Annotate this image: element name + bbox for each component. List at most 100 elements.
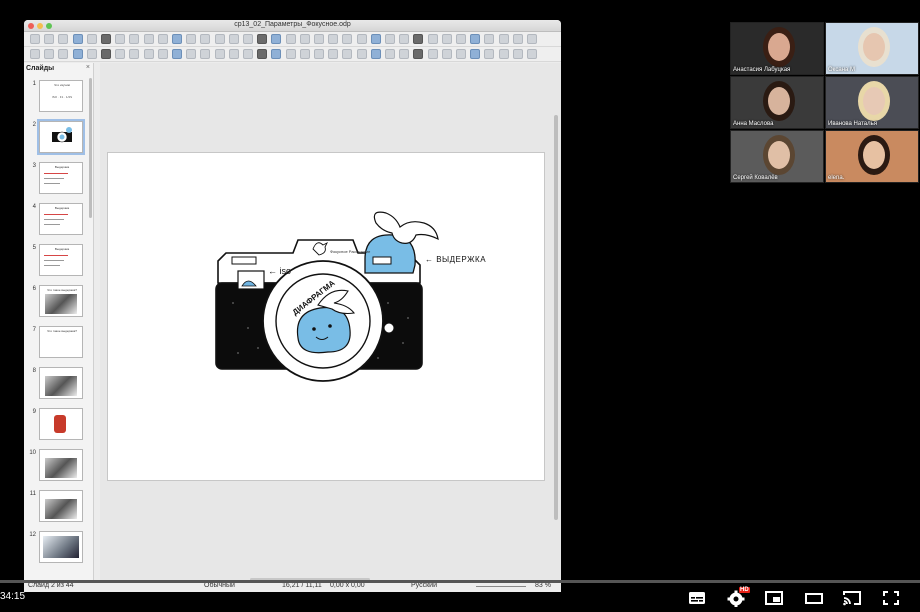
toolbar-button[interactable] <box>413 49 424 59</box>
toolbar-button[interactable] <box>129 34 140 44</box>
slide-thumbnail[interactable] <box>39 449 83 481</box>
toolbar-button[interactable] <box>257 49 268 59</box>
toolbar-button[interactable] <box>157 34 168 44</box>
toolbar-button[interactable] <box>30 34 40 44</box>
toolbar-button[interactable] <box>228 49 239 59</box>
slide-thumbnail[interactable] <box>39 531 83 563</box>
toolbar-button[interactable] <box>484 49 495 59</box>
toolbar-button[interactable] <box>470 34 481 44</box>
toolbar-button[interactable] <box>356 34 367 44</box>
slide-thumbnail[interactable] <box>37 119 85 155</box>
toolbar-button[interactable] <box>44 49 55 59</box>
toolbar-button[interactable] <box>271 34 282 44</box>
toolbar-button[interactable] <box>157 49 168 59</box>
toolbar-button[interactable] <box>86 49 97 59</box>
toolbar-button[interactable] <box>512 49 523 59</box>
toolbar-button[interactable] <box>427 49 438 59</box>
participant-tile[interactable]: Оксана М <box>825 22 919 75</box>
toolbar-button[interactable] <box>214 49 225 59</box>
slide-thumbnail[interactable] <box>39 490 83 522</box>
toolbar-button[interactable] <box>527 34 537 44</box>
toolbar-button[interactable] <box>299 49 310 59</box>
participant-tile[interactable]: Анна Масловa <box>730 76 824 129</box>
slide-thumbnail[interactable] <box>39 408 83 440</box>
toolbar-button[interactable] <box>399 49 410 59</box>
toolbar-button[interactable] <box>243 49 253 59</box>
zoom-level[interactable]: 83 % <box>535 582 551 589</box>
toolbar-button[interactable] <box>101 49 111 59</box>
cast-icon[interactable] <box>842 589 862 607</box>
toolbar-button[interactable] <box>143 34 154 44</box>
toolbar-button[interactable] <box>342 49 353 59</box>
toolbar-button[interactable] <box>285 34 296 44</box>
close-pane-icon[interactable]: × <box>86 64 90 71</box>
toolbar-button[interactable] <box>72 34 83 44</box>
toolbar-button[interactable] <box>186 34 197 44</box>
toolbar-button[interactable] <box>314 34 324 44</box>
current-slide[interactable]: ← iso ← ВЫДЕРЖКА ДИАФРАГМА Фокусное Расс… <box>108 153 544 480</box>
toolbar-button[interactable] <box>314 49 324 59</box>
toolbar-button[interactable] <box>441 49 452 59</box>
slide-thumbnail[interactable]: Что изучим ISO · F1 · 1/4S <box>39 80 83 112</box>
toolbar-button[interactable] <box>370 34 381 44</box>
toolbar-button[interactable] <box>385 49 395 59</box>
toolbar-button[interactable] <box>143 49 154 59</box>
toolbar-button[interactable] <box>441 34 452 44</box>
slide-thumbnail[interactable]: Выдержка <box>39 162 83 194</box>
toolbar-button[interactable] <box>101 34 111 44</box>
slide-thumbnail[interactable]: Выдержка <box>39 203 83 235</box>
participant-tile[interactable]: Анастасия Лабуцкая <box>730 22 824 75</box>
slide-thumbnail[interactable]: Выдержка <box>39 244 83 276</box>
toolbar-button[interactable] <box>58 49 69 59</box>
toolbar-button[interactable] <box>186 49 197 59</box>
toolbar-button[interactable] <box>470 49 481 59</box>
toolbar-button[interactable] <box>498 49 509 59</box>
miniplayer-icon[interactable] <box>764 589 784 607</box>
toolbar-button[interactable] <box>44 34 55 44</box>
toolbar-button[interactable] <box>228 34 239 44</box>
slide-thumbnail[interactable] <box>39 367 83 399</box>
toolbar-button[interactable] <box>271 49 282 59</box>
subtitles-icon[interactable] <box>687 589 707 607</box>
toolbar-button[interactable] <box>172 34 182 44</box>
toolbar-button[interactable] <box>115 34 126 44</box>
slide-thumbnail[interactable]: Что такое выдержка? <box>39 285 83 317</box>
participant-tile[interactable]: Иванова Наталья <box>825 76 919 129</box>
toolbar-button[interactable] <box>527 49 537 59</box>
canvas-vertical-scrollbar[interactable] <box>554 115 558 520</box>
fullscreen-icon[interactable] <box>881 589 901 607</box>
toolbar-button[interactable] <box>257 34 268 44</box>
participant-tile[interactable]: Сергей Ковалёв <box>730 130 824 183</box>
toolbar-button[interactable] <box>370 49 381 59</box>
toolbar-button[interactable] <box>328 34 339 44</box>
toolbar-button[interactable] <box>399 34 410 44</box>
toolbar-button[interactable] <box>200 49 211 59</box>
toolbar-button[interactable] <box>86 34 97 44</box>
toolbar-button[interactable] <box>200 34 211 44</box>
toolbar-button[interactable] <box>72 49 83 59</box>
toolbar-button[interactable] <box>328 49 339 59</box>
toolbar-button[interactable] <box>172 49 182 59</box>
toolbar-button[interactable] <box>427 34 438 44</box>
toolbar-button[interactable] <box>356 49 367 59</box>
toolbar-button[interactable] <box>498 34 509 44</box>
toolbar-button[interactable] <box>299 34 310 44</box>
toolbar-button[interactable] <box>58 34 69 44</box>
toolbar-button[interactable] <box>456 34 466 44</box>
slide-thumbnail[interactable]: Что такое выдержка? <box>39 326 83 358</box>
zoom-slider[interactable] <box>476 586 526 587</box>
toolbar-button[interactable] <box>413 34 424 44</box>
toolbar-button[interactable] <box>115 49 126 59</box>
language[interactable]: Русский <box>411 582 437 589</box>
toolbar-button[interactable] <box>342 34 353 44</box>
toolbar-button[interactable] <box>129 49 140 59</box>
toolbar-button[interactable] <box>30 49 40 59</box>
theater-icon[interactable] <box>804 589 824 607</box>
slides-pane-scrollbar[interactable] <box>89 78 92 218</box>
progress-bar[interactable] <box>0 580 920 583</box>
participant-tile[interactable]: elena. <box>825 130 919 183</box>
toolbar-button[interactable] <box>484 34 495 44</box>
toolbar-button[interactable] <box>456 49 466 59</box>
toolbar-button[interactable] <box>243 34 253 44</box>
settings-icon[interactable]: HD <box>726 587 750 607</box>
